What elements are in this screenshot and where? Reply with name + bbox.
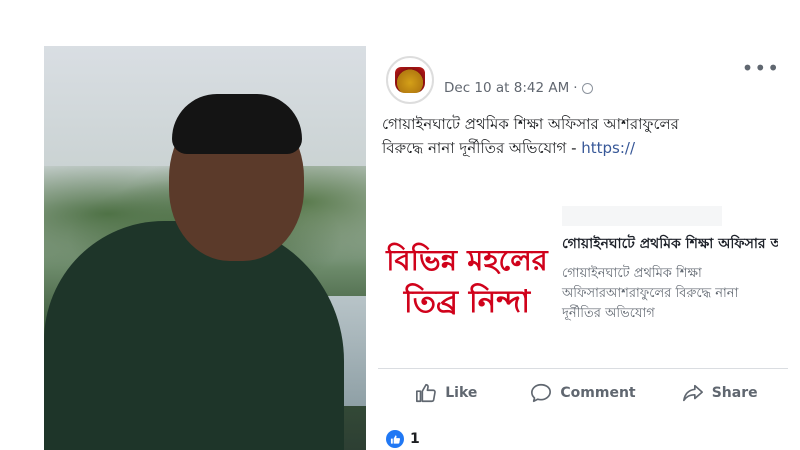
more-options-icon[interactable]: ••• <box>742 56 780 80</box>
preview-image-line2: তিব্র নিন্দা <box>403 284 531 320</box>
share-button[interactable]: Share <box>651 374 788 412</box>
comment-label: Comment <box>560 385 636 401</box>
post-actions: Like Comment Share <box>378 374 788 412</box>
like-reaction-icon <box>386 430 404 448</box>
share-icon <box>682 384 703 402</box>
post-timestamp[interactable]: Dec 10 at 8:42 AM <box>444 80 569 96</box>
post-text: গোয়াইনঘাটে প্রথমিক শিক্ষা অফিসার আশরাফু… <box>382 112 682 160</box>
actions-divider <box>378 368 788 369</box>
post-photo[interactable] <box>44 46 366 450</box>
preview-source-bar <box>562 206 722 226</box>
post-card: Dec 10 at 8:42 AM · ••• গোয়াইনঘাটে প্রথ… <box>366 46 800 450</box>
preview-description: গোয়াইনঘাটে প্রথমিক শিক্ষা অফিসারআশরাফুল… <box>562 266 739 321</box>
crown-logo-icon <box>395 67 425 93</box>
thumbs-up-small-icon <box>390 434 400 444</box>
reactions-summary[interactable]: 1 <box>386 430 420 448</box>
comment-icon <box>531 383 552 403</box>
post-meta: Dec 10 at 8:42 AM · <box>444 80 593 96</box>
person-hair <box>172 94 302 154</box>
globe-icon <box>581 82 593 94</box>
preview-title[interactable]: গোয়াইনঘাটে প্রথমিক শিক্ষা অফিসার আশরাফু… <box>562 234 778 254</box>
share-label: Share <box>711 385 758 401</box>
reaction-count: 1 <box>410 431 420 447</box>
like-button[interactable]: Like <box>378 374 515 412</box>
meta-separator: · <box>573 80 578 96</box>
like-label: Like <box>445 385 478 401</box>
preview-image-line1: বিভিন্ন মহলের <box>386 243 548 277</box>
preview-info[interactable]: গোয়াইনঘাটে প্রথমিক শিক্ষা অফিসার আশরাফু… <box>562 226 778 366</box>
preview-image[interactable]: বিভিন্ন মহলের তিব্র নিন্দা <box>378 202 556 362</box>
post-link[interactable]: https:// <box>581 139 635 157</box>
page-avatar[interactable] <box>386 56 434 104</box>
comment-button[interactable]: Comment <box>515 374 652 412</box>
thumbs-up-icon <box>416 383 437 403</box>
link-preview[interactable]: বিভিন্ন মহলের তিব্র নিন্দা গোয়াইনঘাটে প… <box>366 202 800 372</box>
